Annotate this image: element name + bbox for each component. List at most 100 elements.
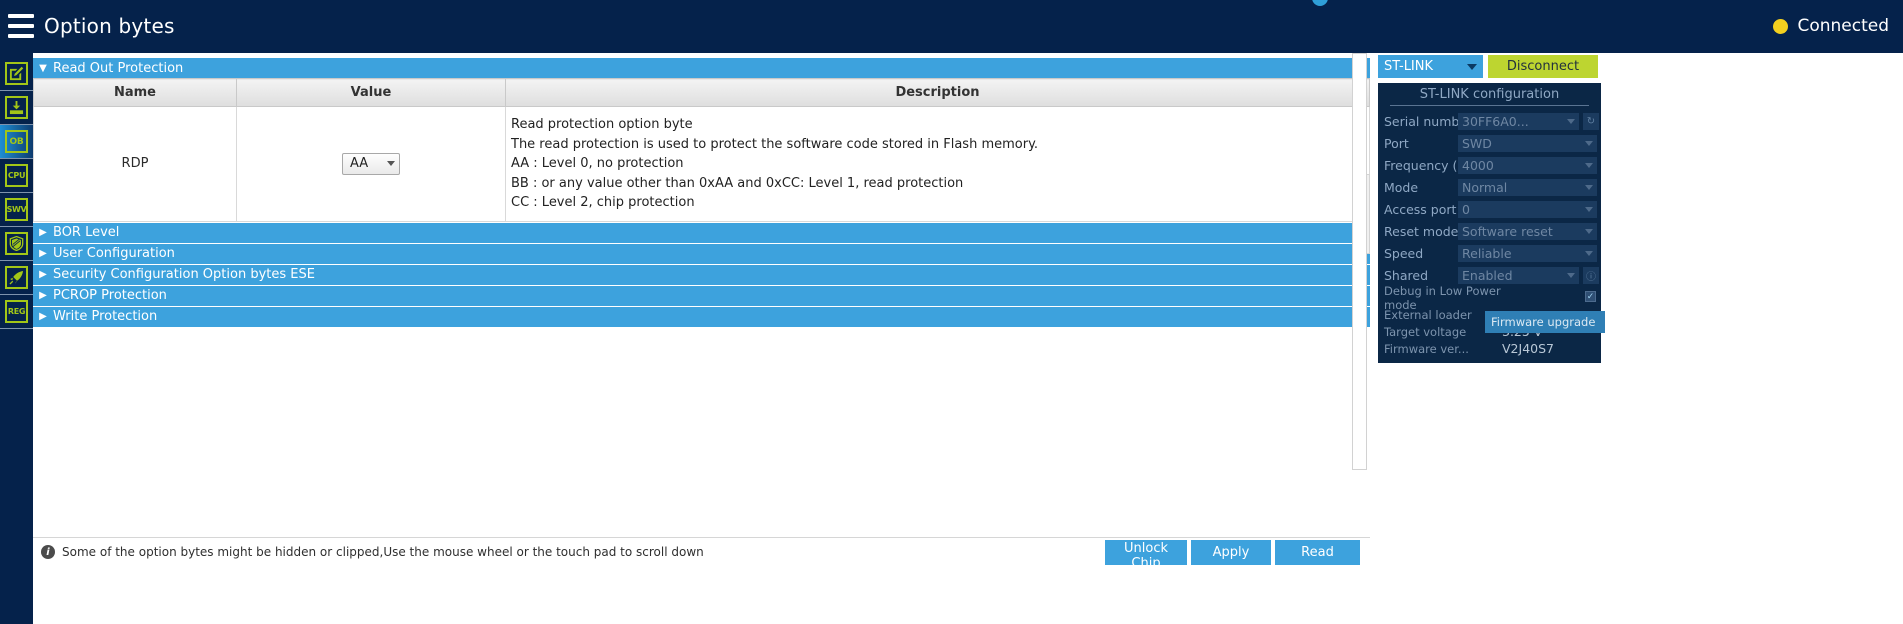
page-title: Option bytes (44, 14, 175, 38)
column-header-value: Value (236, 78, 506, 107)
field-frequency: Frequency (k... 4000 (1378, 154, 1601, 176)
chevron-down-icon (1567, 272, 1575, 278)
field-value: 4000 (1462, 157, 1494, 173)
sidebar-item-security[interactable] (0, 227, 33, 261)
description-line: AA : Level 0, no protection (511, 156, 684, 171)
sidebar-item-download[interactable] (0, 91, 33, 125)
probe-select-dropdown[interactable]: ST-LINK (1378, 55, 1483, 78)
status-message: i Some of the option bytes might be hidd… (41, 545, 704, 559)
hamburger-line (8, 34, 34, 38)
firmware-upgrade-button[interactable]: Firmware upgrade (1485, 311, 1605, 333)
speed-dropdown[interactable]: Reliable (1458, 244, 1597, 262)
read-button[interactable]: Read (1275, 540, 1360, 565)
info-icon: i (41, 545, 55, 559)
description-line: The read protection is used to protect t… (511, 136, 1039, 152)
section-header-bor-level[interactable]: ▶ BOR Level (33, 221, 1370, 243)
description-line: CC : Level 2, chip protection (511, 195, 695, 210)
reset-mode-dropdown[interactable]: Software reset (1458, 222, 1597, 240)
ob-icon: OB (5, 130, 28, 153)
sidebar-item-cpu[interactable]: CPU (0, 159, 33, 193)
unlock-chip-button[interactable]: Unlock Chip (1105, 540, 1187, 571)
field-value: SWD (1462, 135, 1492, 151)
table-row: RDP AA Read protection option byte The r… (33, 106, 1370, 222)
info-value: V2J40S7 (1502, 341, 1554, 356)
title-underline (1390, 105, 1589, 106)
refresh-icon[interactable]: ↻ (1583, 112, 1599, 130)
field-value: 30FF6A0... (1462, 113, 1529, 129)
chevron-down-icon (387, 161, 395, 167)
bottom-strip (0, 567, 1903, 624)
download-icon (5, 96, 28, 119)
info-icon[interactable]: ⓘ (1583, 266, 1599, 284)
description-line: BB : or any value other than 0xAA and 0x… (511, 175, 964, 191)
left-icon-rail: OB CPU SWV REG (0, 53, 33, 624)
chevron-right-icon: ▶ (39, 311, 47, 322)
column-header-name: Name (33, 78, 237, 107)
field-label: Reset mode (1384, 223, 1458, 239)
cell-description-rdp: Read protection option byte The read pro… (505, 106, 1370, 222)
shield-icon (5, 232, 28, 255)
probe-select-value: ST-LINK (1384, 59, 1434, 74)
apply-button[interactable]: Apply (1191, 540, 1271, 565)
section-header-pcrop-protection[interactable]: ▶ PCROP Protection (33, 284, 1370, 306)
shared-dropdown[interactable]: Enabled (1458, 266, 1579, 284)
section-header-write-protection[interactable]: ▶ Write Protection (33, 305, 1370, 327)
rocket-icon (5, 266, 28, 289)
info-row-debug-low-power: Debug in Low Power mode ✓ (1378, 284, 1601, 312)
chevron-down-icon (1585, 250, 1593, 256)
chevron-right-icon: ▶ (39, 227, 47, 238)
section-header-read-out-protection[interactable]: ▼ Read Out Protection (33, 57, 1370, 78)
footer-bar: i Some of the option bytes might be hidd… (33, 537, 1370, 571)
field-label: Frequency (k... (1384, 157, 1458, 173)
chevron-right-icon: ▶ (39, 248, 47, 259)
chevron-down-icon (1585, 184, 1593, 190)
mode-dropdown[interactable]: Normal (1458, 178, 1597, 196)
chevron-down-icon (1585, 140, 1593, 146)
section-label: Write Protection (53, 309, 158, 324)
field-value: Enabled (1462, 267, 1513, 283)
section-header-user-configuration[interactable]: ▶ User Configuration (33, 242, 1370, 264)
field-port: Port SWD (1378, 132, 1601, 154)
chevron-down-icon (1585, 206, 1593, 212)
field-access-port: Access port 0 (1378, 198, 1601, 220)
hamburger-line (8, 24, 34, 28)
sidebar-item-ob[interactable]: OB (0, 125, 33, 159)
section-label: User Configuration (53, 246, 175, 261)
debug-low-power-checkbox[interactable]: ✓ (1585, 291, 1596, 302)
stlink-configuration-title-text: ST-LINK configuration (1419, 87, 1560, 102)
frequency-dropdown[interactable]: 4000 (1458, 156, 1597, 174)
field-label: Shared (1384, 267, 1429, 283)
main-vertical-scrollbar[interactable] (1352, 53, 1367, 470)
field-reset-mode: Reset mode Software reset (1378, 220, 1601, 242)
chevron-down-icon (1585, 228, 1593, 234)
hamburger-icon[interactable] (8, 14, 34, 38)
sidebar-item-reg[interactable]: REG (0, 295, 33, 329)
field-value: 0 (1462, 201, 1470, 217)
field-label: Port (1384, 135, 1409, 151)
disconnect-button[interactable]: Disconnect (1488, 55, 1598, 78)
access-port-dropdown[interactable]: 0 (1458, 200, 1597, 218)
chevron-down-icon (1467, 63, 1477, 70)
option-bytes-table: Name Value Description RDP AA Read prote… (33, 78, 1370, 222)
sidebar-item-editor[interactable] (0, 57, 33, 91)
right-panel: ST-LINK Disconnect ST-LINK configuration… (1371, 53, 1903, 624)
field-label: Access port (1384, 201, 1457, 217)
field-mode: Mode Normal (1378, 176, 1601, 198)
section-header-security-configuration-ese[interactable]: ▶ Security Configuration Option bytes ES… (33, 263, 1370, 285)
top-bar: Option bytes Connected (0, 0, 1903, 53)
chevron-down-icon (1567, 118, 1575, 124)
field-label: Serial number (1384, 113, 1458, 129)
column-header-description: Description (505, 78, 1370, 107)
field-value: Normal (1462, 179, 1508, 195)
serial-number-dropdown[interactable]: 30FF6A0... (1458, 112, 1579, 130)
sidebar-item-rocket[interactable] (0, 261, 33, 295)
port-dropdown[interactable]: SWD (1458, 134, 1597, 152)
hamburger-line (8, 14, 34, 18)
connection-status: Connected (1773, 16, 1889, 36)
section-label: PCROP Protection (53, 288, 167, 303)
rdp-value-dropdown[interactable]: AA (342, 152, 400, 175)
chevron-right-icon: ▶ (39, 269, 47, 280)
field-serial-number: Serial number 30FF6A0... ↻ (1378, 110, 1601, 132)
cpu-icon: CPU (5, 164, 28, 187)
sidebar-item-swv[interactable]: SWV (0, 193, 33, 227)
